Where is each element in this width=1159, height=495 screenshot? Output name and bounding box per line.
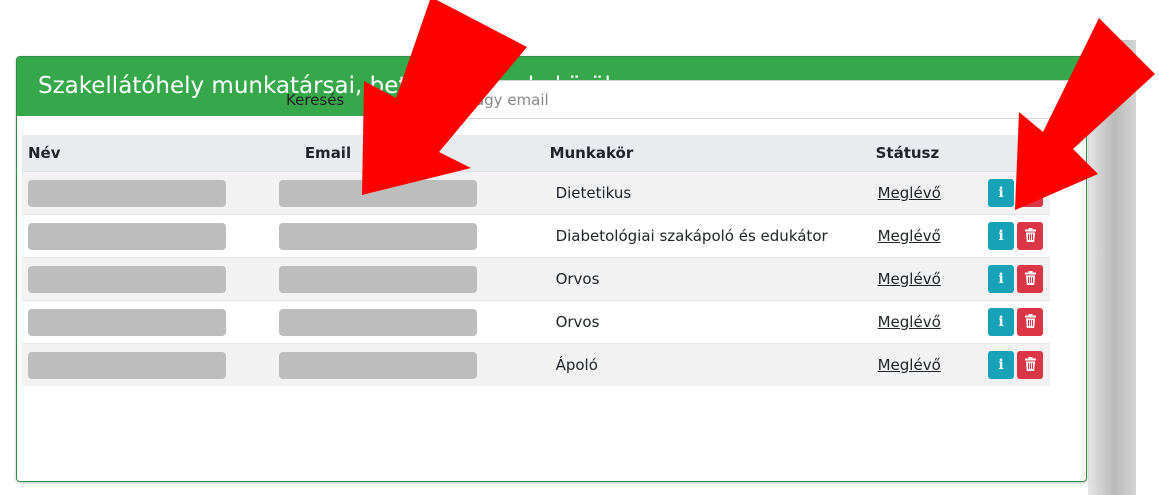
annotation-arrow-right [1015,18,1155,210]
annotation-arrow-left [362,0,527,195]
annotation-arrows [362,0,1155,210]
